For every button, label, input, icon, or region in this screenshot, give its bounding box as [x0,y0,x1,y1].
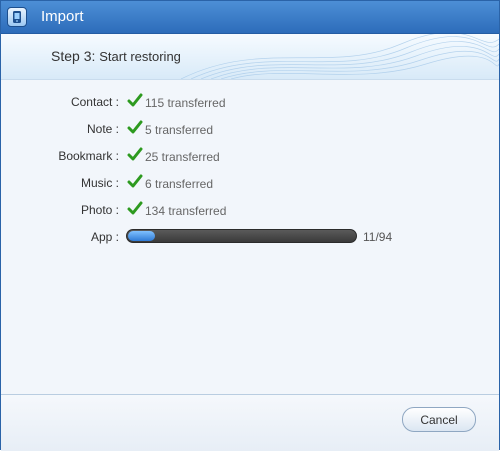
transfer-list: Contact : 115 transferred Note : 5 trans… [1,93,499,255]
checkmark-icon [127,120,143,134]
window-title: Import [41,8,84,25]
item-status: 6 transferred [145,177,214,191]
step-banner: Step 3: Start restoring [1,34,499,80]
progress-bar [126,229,357,243]
item-label: Note : [86,122,119,136]
list-item: Contact : 115 transferred [1,93,499,120]
item-label: App : [90,230,119,244]
item-label: Music : [80,176,119,190]
step-heading: Step 3: Start restoring [51,48,181,64]
item-status: 134 transferred [145,204,227,218]
checkmark-icon [127,174,143,188]
cancel-button[interactable]: Cancel [402,407,476,432]
app-progress-row: App : 11/94 [1,228,499,255]
checkmark-icon [127,147,143,161]
item-label: Bookmark : [58,149,119,163]
phone-app-icon [7,7,27,27]
item-status: 25 transferred [145,150,220,164]
list-item: Bookmark : 25 transferred [1,147,499,174]
title-bar: Import [1,1,499,34]
checkmark-icon [127,201,143,215]
item-label: Photo : [80,203,119,217]
item-label: Contact : [70,95,119,109]
dialog-footer: Cancel [1,394,499,451]
item-status: 115 transferred [145,96,226,110]
list-item: Note : 5 transferred [1,120,499,147]
progress-count: 11/94 [363,230,393,244]
step-title: Start restoring [99,49,181,64]
progress-fill [128,231,155,241]
list-item: Music : 6 transferred [1,174,499,201]
step-number: Step 3: [51,48,96,64]
list-item: Photo : 134 transferred [1,201,499,228]
checkmark-icon [127,93,143,107]
item-status: 5 transferred [145,123,214,137]
import-dialog: Import Step 3: Start restoring Contact :… [0,0,500,451]
